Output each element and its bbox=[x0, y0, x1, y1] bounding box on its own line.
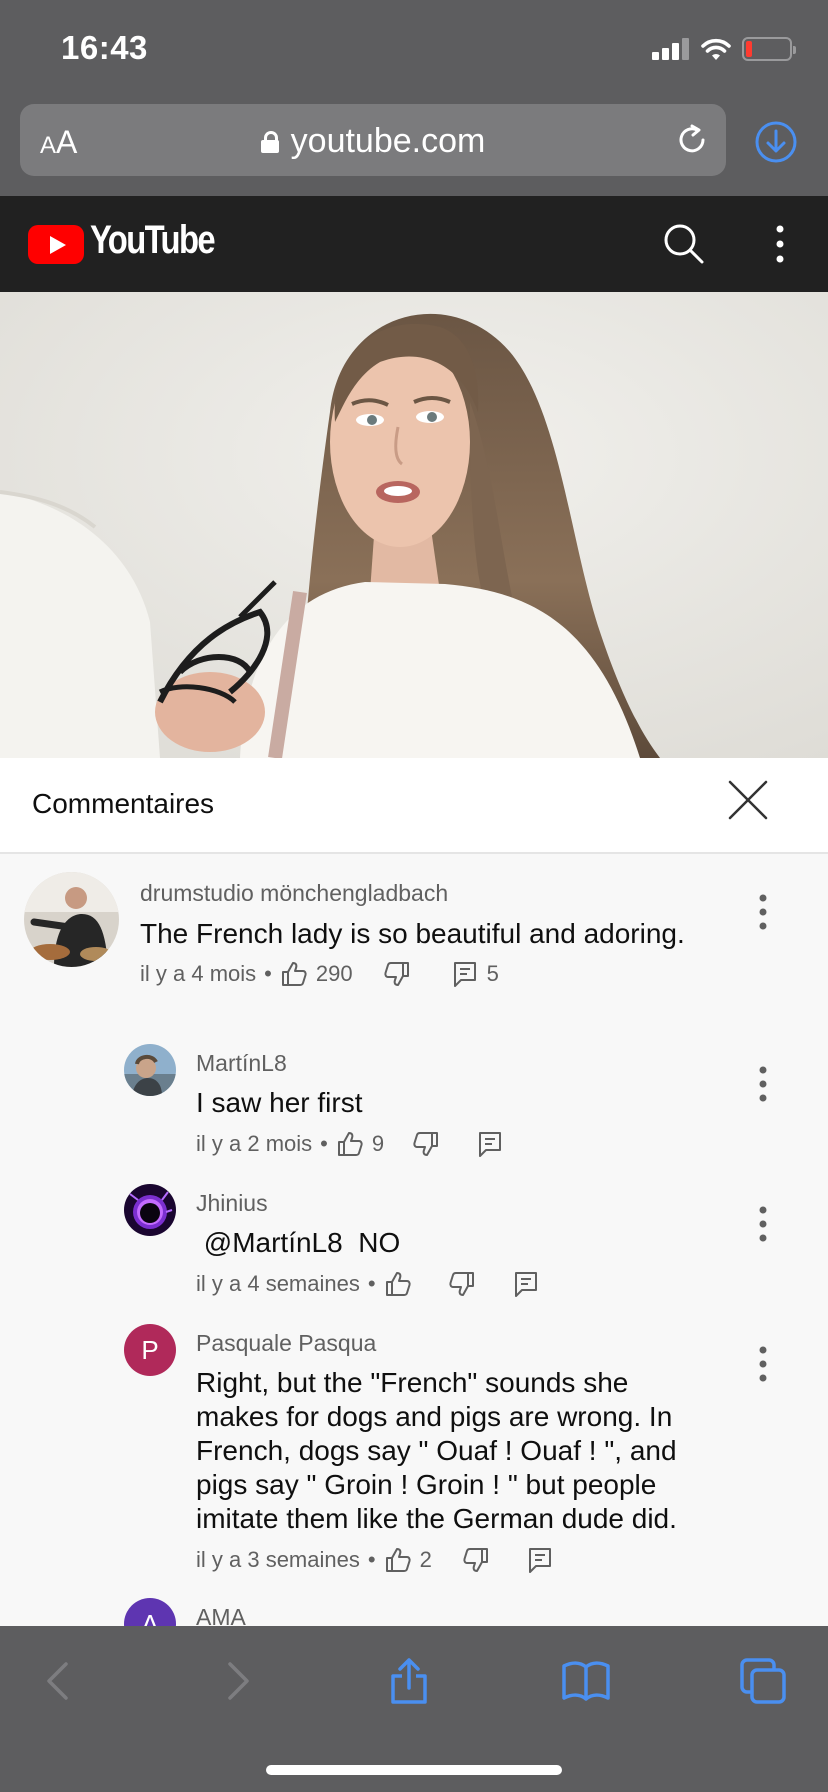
home-indicator[interactable] bbox=[266, 1765, 562, 1775]
comment-author[interactable]: MartínL8 bbox=[196, 1050, 287, 1077]
youtube-wordmark[interactable]: YouTube bbox=[90, 218, 216, 263]
comment-reply-item: A AMA bbox=[0, 1598, 828, 1626]
comment-time: il y a 4 mois bbox=[140, 961, 257, 986]
comment-menu-icon[interactable] bbox=[756, 1206, 770, 1242]
wifi-icon bbox=[701, 38, 731, 60]
comment-author[interactable]: Jhinius bbox=[196, 1190, 268, 1217]
youtube-logo-icon[interactable] bbox=[28, 225, 84, 264]
comment-reply-item: P Pasquale Pasqua Right, but the "French… bbox=[0, 1316, 828, 1586]
comment-text: @MartínL8 NO bbox=[196, 1227, 401, 1258]
avatar[interactable]: P bbox=[124, 1324, 176, 1376]
close-icon[interactable] bbox=[726, 778, 770, 822]
forward-icon[interactable] bbox=[212, 1656, 262, 1706]
like-icon[interactable] bbox=[280, 960, 308, 988]
like-icon[interactable] bbox=[384, 1546, 412, 1574]
comment-reply-item: MartínL8 I saw her first il y a 2 mois •… bbox=[0, 1036, 828, 1166]
comment-menu-icon[interactable] bbox=[756, 894, 770, 930]
status-time: 16:43 bbox=[61, 29, 148, 66]
avatar[interactable] bbox=[124, 1184, 176, 1236]
browser-address-area: AA youtube.com bbox=[0, 98, 828, 196]
comment-meta: il y a 4 semaines • bbox=[196, 1268, 540, 1300]
comments-header: Commentaires bbox=[0, 758, 828, 854]
video-frame-image bbox=[0, 292, 828, 758]
comment-menu-icon[interactable] bbox=[756, 1066, 770, 1102]
comment-menu-icon[interactable] bbox=[756, 1346, 770, 1382]
more-options-icon[interactable] bbox=[770, 224, 790, 264]
dislike-icon[interactable] bbox=[383, 960, 411, 988]
comment-time: il y a 2 mois bbox=[196, 1131, 313, 1156]
downloads-icon[interactable] bbox=[754, 120, 798, 164]
comment-author[interactable]: drumstudio mönchengladbach bbox=[140, 880, 448, 907]
tabs-icon[interactable] bbox=[738, 1656, 788, 1706]
video-player[interactable] bbox=[0, 292, 828, 758]
comment-item: drumstudio mönchengladbach The French la… bbox=[0, 856, 828, 1006]
dislike-icon[interactable] bbox=[412, 1130, 440, 1158]
meta-separator: • bbox=[320, 1131, 328, 1156]
reply-icon[interactable] bbox=[476, 1130, 504, 1158]
avatar-letter: A bbox=[141, 1609, 159, 1626]
reply-icon[interactable] bbox=[451, 960, 479, 988]
reply-icon[interactable] bbox=[526, 1546, 554, 1574]
back-icon[interactable] bbox=[34, 1656, 84, 1706]
comment-author[interactable]: AMA bbox=[196, 1604, 246, 1626]
meta-separator: • bbox=[367, 1271, 376, 1296]
comment-time: il y a 3 semaines bbox=[196, 1547, 360, 1572]
avatar-letter: P bbox=[141, 1335, 159, 1365]
avatar[interactable] bbox=[124, 1044, 176, 1096]
meta-separator: • bbox=[367, 1547, 376, 1572]
avatar[interactable]: A bbox=[124, 1598, 176, 1626]
meta-separator: • bbox=[264, 961, 272, 986]
like-icon[interactable] bbox=[336, 1130, 364, 1158]
status-bar: 16:43 bbox=[0, 0, 828, 98]
url-text: youtube.com bbox=[290, 122, 486, 160]
battery-icon bbox=[742, 37, 796, 61]
address-bar[interactable]: AA youtube.com bbox=[20, 104, 726, 176]
comment-time: il y a 4 semaines bbox=[196, 1271, 360, 1296]
comment-text: Right, but the "French" sounds she makes… bbox=[196, 1367, 677, 1534]
bookmarks-icon[interactable] bbox=[561, 1656, 611, 1706]
comment-text: The French lady is so beautiful and ador… bbox=[140, 918, 685, 949]
dislike-icon[interactable] bbox=[448, 1270, 476, 1298]
url-display[interactable]: youtube.com bbox=[20, 122, 726, 161]
cellular-signal-icon bbox=[652, 38, 690, 60]
like-count: 9 bbox=[371, 1131, 385, 1156]
comments-title: Commentaires bbox=[32, 788, 215, 819]
like-count: 290 bbox=[315, 961, 353, 986]
comment-meta: il y a 2 mois • 9 bbox=[196, 1128, 504, 1160]
comment-text: I saw her first bbox=[196, 1087, 363, 1118]
comment-list[interactable]: drumstudio mönchengladbach The French la… bbox=[0, 856, 828, 1626]
share-icon[interactable] bbox=[384, 1656, 434, 1706]
comment-reply-item: Jhinius @MartínL8 NO il y a 4 semaines • bbox=[0, 1176, 828, 1306]
lock-icon bbox=[260, 131, 279, 153]
reload-icon[interactable] bbox=[674, 122, 710, 158]
comment-meta: il y a 4 mois • 290 5 bbox=[140, 958, 499, 990]
comment-author[interactable]: Pasquale Pasqua bbox=[196, 1330, 376, 1357]
dislike-icon[interactable] bbox=[462, 1546, 490, 1574]
reply-icon[interactable] bbox=[512, 1270, 540, 1298]
comment-meta: il y a 3 semaines • 2 bbox=[196, 1544, 554, 1576]
reply-count: 5 bbox=[486, 961, 499, 986]
avatar[interactable] bbox=[24, 872, 119, 967]
like-count: 2 bbox=[419, 1547, 432, 1572]
search-icon[interactable] bbox=[662, 222, 706, 266]
like-icon[interactable] bbox=[384, 1270, 412, 1298]
